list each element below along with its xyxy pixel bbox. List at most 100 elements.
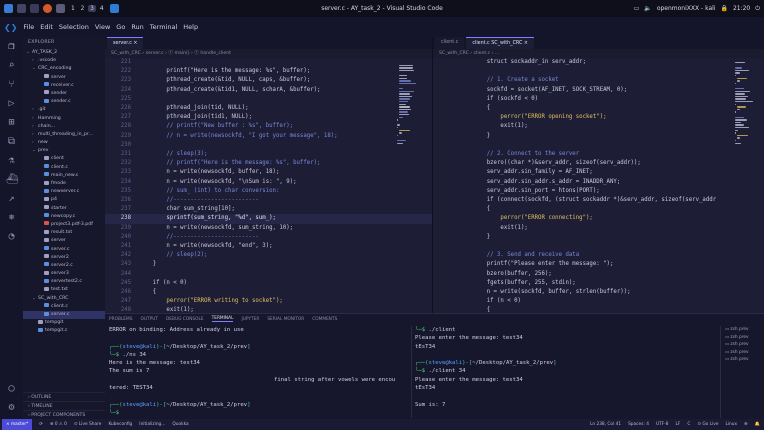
sidebar-section-outline[interactable]: › OUTLINE [23,392,105,401]
file-tree-item[interactable]: server.c [23,311,105,320]
vscode-icon[interactable] [109,4,119,13]
menu-go[interactable]: Go [116,23,125,31]
run-debug-icon[interactable]: ▷ [6,98,17,109]
file-tree-item[interactable]: › new [23,139,105,147]
workspace-4[interactable]: 4 [98,5,106,12]
status-item[interactable]: 🔔 [755,422,760,427]
account-icon[interactable]: ◯ [6,383,17,394]
terminal-instance[interactable]: ▭ zsh prev [721,349,764,357]
editor-tab[interactable]: server.c × [107,37,144,49]
firefox-icon[interactable] [43,4,52,13]
file-tree-item[interactable]: server [23,237,105,245]
workspace-1[interactable]: 1 [69,5,77,12]
file-tree-item[interactable]: main_new.c [23,172,105,180]
lock-icon[interactable]: 🔒 [720,5,727,12]
file-tree-item[interactable]: server [23,74,105,82]
file-tree-item[interactable]: tempgit.c [23,327,105,335]
menu-selection[interactable]: Selection [59,23,89,31]
status-item[interactable]: ⊕ [744,422,748,427]
panel-tab-terminal[interactable]: TERMINAL [211,316,234,322]
file-tree-item[interactable]: › chain... [23,123,105,131]
status-item[interactable]: Linux [725,422,737,427]
status-item[interactable]: LF [675,422,680,427]
status-item[interactable]: ⟳ [39,422,43,427]
right-editor[interactable]: struct sockaddr_in serv_addr; // 1. Crea… [433,58,764,313]
file-tree-item[interactable]: starter [23,205,105,213]
file-tree-item[interactable]: server.c [23,246,105,254]
settings-gear-icon[interactable]: ⚙ [6,402,17,413]
file-tree-item[interactable]: p4 [23,196,105,204]
explorer-icon[interactable]: ❐ [6,41,17,52]
status-item[interactable]: UTF-8 [656,422,669,427]
file-tree-item[interactable]: ⌄ CRC_encoding [23,65,105,73]
app-icon[interactable] [56,4,65,13]
sidebar-section-timeline[interactable]: › TIMELINE [23,401,105,410]
accounts-icon[interactable]: ◔ [6,231,17,242]
left-editor[interactable]: 221 222 printf("Here is the message: %s",… [105,58,432,313]
menu-terminal[interactable]: Terminal [150,23,177,31]
file-tree-item[interactable]: newserver.c [23,188,105,196]
status-item[interactable]: ⊙ Live Share [74,422,102,427]
editor-tab[interactable]: client.c SC_with_CRC × [466,37,534,49]
file-tree-item[interactable]: tempgit [23,319,105,327]
panel-tab-problems[interactable]: PROBLEMS [109,317,132,322]
status-item[interactable]: Ln 238, Col 41 [590,422,621,427]
right-breadcrumb[interactable]: SC_with_CRC › client.c › ... [433,49,764,58]
terminal-instance[interactable]: ▭ zsh prev [721,334,764,342]
file-tree-item[interactable]: server2.c [23,262,105,270]
menu-edit[interactable]: Edit [40,23,53,31]
status-item[interactable]: Kubeconfig [108,422,132,427]
live-share-icon[interactable]: ↗ [6,193,17,204]
panel-tab-jupyter[interactable]: JUPYTER [241,317,259,322]
file-tree-item[interactable]: result.txt [23,229,105,237]
panel-tab-serial-monitor[interactable]: SERIAL MONITOR [267,317,304,322]
workspace-switcher[interactable]: 1234 [69,5,106,12]
file-tree-item[interactable]: › multi_threading_in_pr... [23,131,105,139]
panel-tab-output[interactable]: OUTPUT [140,317,158,322]
status-item[interactable]: ⊙ Go Live [697,422,718,427]
file-tree-item[interactable]: client.c [23,164,105,172]
menu-run[interactable]: Run [131,23,143,31]
right-minimap[interactable] [733,58,757,313]
file-tree-item[interactable]: fmode [23,180,105,188]
file-tree-item[interactable]: servertest2.c [23,278,105,286]
file-tree-item[interactable]: sender.c [23,98,105,106]
git-branch-status[interactable]: ⨯ master* [2,419,33,430]
file-tree-item[interactable]: ⌄ AY_TASK_2 [23,49,105,57]
file-tree-item[interactable]: newcopy.c [23,213,105,221]
kali-menu-icon[interactable] [4,4,13,13]
status-item[interactable]: ⊗ 0 ⚠ 0 [50,422,67,427]
terminal-right[interactable]: └─$ ./client Please enter the message: te… [415,326,715,418]
terminal-instance[interactable]: ▭ zsh prev [721,341,764,349]
status-item[interactable]: Quokka [172,422,188,427]
status-item[interactable]: Spaces: 4 [628,422,649,427]
workspace-3[interactable]: 3 [88,5,96,12]
file-tree-item[interactable]: test.txt [23,286,105,294]
docker-icon[interactable]: ⛴ [6,174,19,185]
menu-help[interactable]: Help [183,23,198,31]
terminal-left[interactable]: ERROR on binding: Address already in use… [109,326,409,418]
power-icon[interactable]: ⏻ [755,5,760,13]
file-tree-item[interactable]: ⌄ SC_with_CRC [23,295,105,303]
file-tree-item[interactable]: server2 [23,254,105,262]
editor-tab[interactable]: client.c [435,37,465,49]
volume-icon[interactable]: 🔈 [644,5,651,12]
sidebar-section-project-components[interactable]: › PROJECT COMPONENTS [23,410,105,419]
search-icon[interactable]: ⌕ [6,60,17,71]
screen-icon[interactable]: ▭ [634,5,640,12]
terminal-instance[interactable]: ▭ zsh prev [721,326,764,334]
terminal-icon[interactable] [30,4,39,13]
file-tree-item[interactable]: › Hamming [23,115,105,123]
file-tree-item[interactable]: receiver.c [23,82,105,90]
workspace-2[interactable]: 2 [79,5,87,12]
terminal-instance[interactable]: ▭ zsh prev [721,356,764,364]
files-icon[interactable] [17,4,26,13]
extensions-icon[interactable]: ⊞ [6,117,17,128]
status-item[interactable]: C [687,422,690,427]
file-tree-item[interactable]: › .vscode [23,57,105,65]
testing-icon[interactable]: ⚗ [6,155,17,166]
file-tree-item[interactable]: client [23,155,105,163]
panel-tab-debug-console[interactable]: DEBUG CONSOLE [166,317,204,322]
user-label[interactable]: openmoniXXX - kali [657,5,716,12]
left-minimap[interactable] [395,58,419,313]
